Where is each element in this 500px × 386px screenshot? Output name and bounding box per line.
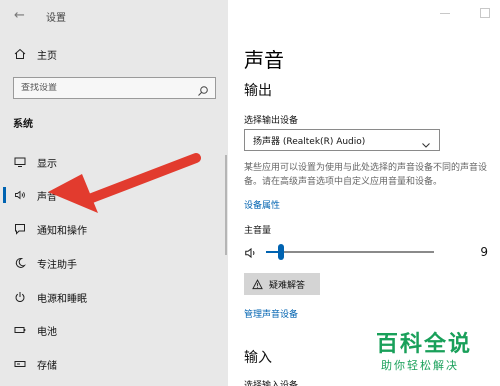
volume-slider-thumb[interactable] (278, 244, 285, 260)
sidebar-item-sound[interactable]: 声音 (0, 181, 228, 209)
device-properties-link[interactable]: 设备属性 (244, 198, 280, 211)
notification-icon (13, 222, 27, 236)
output-device-value: 扬声器 (Realtek(R) Audio) (253, 136, 366, 147)
troubleshoot-button[interactable]: 疑难解答 (244, 273, 320, 295)
output-device-label: 选择输出设备 (244, 116, 299, 126)
sidebar-item-label: 通知和操作 (37, 225, 87, 237)
sidebar-item-label: 专注助手 (37, 259, 77, 271)
volume-value: 9 (480, 245, 488, 259)
sidebar-item-label: 存储 (37, 360, 57, 372)
speaker-icon[interactable] (244, 245, 258, 264)
sidebar-item-notifications[interactable]: 通知和操作 (0, 215, 228, 243)
volume-row: 9 (244, 243, 492, 261)
watermark-title: 百科全说 (376, 332, 473, 357)
troubleshoot-label: 疑难解答 (269, 280, 306, 291)
sidebar-item-home[interactable]: 主页 (0, 40, 228, 68)
sidebar-item-power-sleep[interactable]: 电源和睡眠 (0, 283, 228, 311)
sidebar-item-label: 电源和睡眠 (37, 293, 87, 305)
watermark-subtitle: 助你轻松解决 (381, 359, 459, 372)
warning-icon (252, 278, 263, 290)
power-icon (13, 290, 27, 304)
battery-icon (13, 323, 27, 337)
sidebar-scrollbar[interactable] (225, 155, 227, 255)
output-description: 某些应用可以设置为使用与此处选择的声音设备不同的声音设备。请在高级声音选项中自定… (244, 163, 488, 187)
search-input[interactable] (14, 83, 189, 93)
sidebar-item-label: 显示 (37, 158, 57, 170)
sidebar-item-label: 声音 (37, 191, 57, 203)
moon-icon (13, 256, 27, 270)
window-controls (440, 8, 490, 18)
active-indicator (3, 187, 6, 203)
volume-slider-track[interactable] (266, 251, 434, 253)
minimize-button[interactable] (440, 8, 450, 14)
window-title: 设置 (46, 13, 66, 24)
settings-sidebar: ← 设置 主页 系统 显示 声音 通知和操作 (0, 0, 228, 386)
monitor-icon (13, 155, 27, 169)
input-heading: 输入 (244, 350, 272, 366)
maximize-button[interactable] (480, 8, 490, 18)
storage-icon (13, 357, 27, 371)
sidebar-item-storage[interactable]: 存储 (0, 350, 228, 378)
output-device-dropdown[interactable]: 扬声器 (Realtek(R) Audio) (244, 129, 440, 151)
sidebar-item-battery[interactable]: 电池 (0, 316, 228, 344)
titlebar: ← 设置 (0, 0, 228, 32)
back-button[interactable]: ← (14, 8, 25, 23)
sidebar-item-display[interactable]: 显示 (0, 148, 228, 176)
sidebar-section-label: 系统 (13, 119, 33, 130)
search-icon[interactable] (197, 82, 209, 101)
speaker-icon (13, 188, 27, 202)
sidebar-item-focus-assist[interactable]: 专注助手 (0, 249, 228, 277)
input-device-label: 选择输入设备 (244, 381, 299, 386)
sidebar-item-label: 主页 (37, 50, 57, 62)
output-heading: 输出 (244, 83, 272, 99)
chevron-down-icon (421, 135, 431, 154)
master-volume-label: 主音量 (244, 226, 272, 236)
home-icon (13, 47, 27, 61)
search-box (13, 77, 216, 99)
manage-sound-devices-link[interactable]: 管理声音设备 (244, 307, 298, 320)
sidebar-item-label: 电池 (37, 326, 57, 338)
page-title: 声音 (244, 48, 284, 72)
